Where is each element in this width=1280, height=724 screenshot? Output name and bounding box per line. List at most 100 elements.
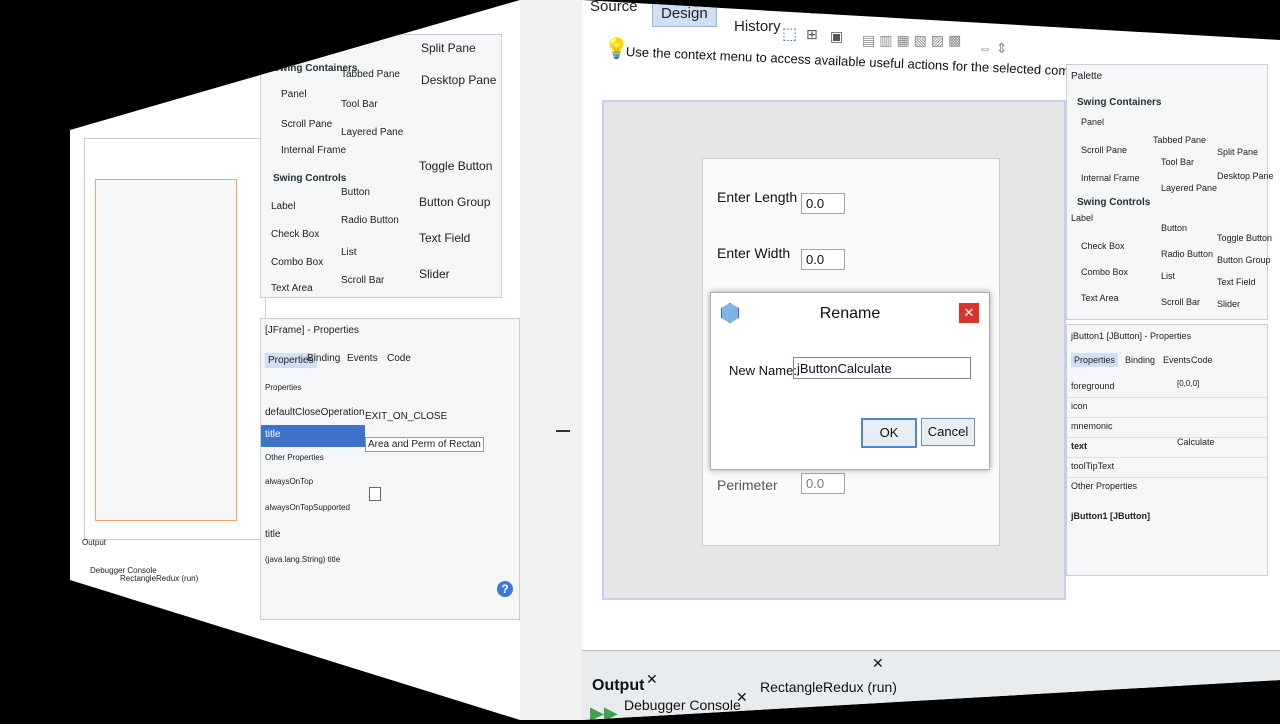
left-run-tab[interactable]: RectangleRedux (run)	[120, 574, 198, 583]
palette-item-layered-pane[interactable]: Layered Pane	[341, 127, 403, 138]
r-palette-item-check-box[interactable]: Check Box	[1081, 241, 1125, 251]
r-palette-item-button[interactable]: Button	[1161, 223, 1187, 233]
r-palette-item-tabbed-pane[interactable]: Tabbed Pane	[1153, 135, 1206, 145]
palette-item-radio-button[interactable]: Radio Button	[341, 215, 399, 226]
prop-row-foreground[interactable]: foreground [0,0,0]	[1067, 377, 1267, 398]
new-name-label: New Name:	[729, 363, 797, 378]
r-palette-item-internal-frame[interactable]: Internal Frame	[1081, 173, 1140, 183]
field-width[interactable]: 0.0	[801, 249, 845, 270]
left-tab-code[interactable]: Code	[387, 353, 411, 364]
r-palette-item-radio-button[interactable]: Radio Button	[1161, 249, 1213, 259]
connection-mode-icon[interactable]: ⊞	[806, 26, 818, 43]
palette-item-desktop-pane[interactable]: Desktop Pane	[421, 73, 496, 87]
prop-value-text[interactable]: Calculate	[1177, 437, 1215, 447]
resize-icons[interactable]: ⇔ ⇕	[978, 40, 1008, 57]
palette-item-internal-frame[interactable]: Internal Frame	[281, 145, 346, 156]
output-tab-close-icon[interactable]: ✕	[646, 671, 658, 688]
palette-item-toggle-button[interactable]: Toggle Button	[419, 159, 492, 173]
prop-name-tooltip: toolTipText	[1071, 461, 1115, 471]
r-palette-item-desktop-pane[interactable]: Desktop Pane	[1217, 171, 1274, 181]
palette-item-text-field[interactable]: Text Field	[419, 231, 470, 245]
palette-item-text-area[interactable]: Text Area	[271, 283, 313, 294]
left-tab-events[interactable]: Events	[347, 353, 378, 364]
left-properties-section: Properties	[265, 383, 302, 392]
prop-value-default-close[interactable]: EXIT_ON_CLOSE	[365, 411, 447, 422]
left-swing-controls-header[interactable]: Swing Controls	[273, 173, 346, 184]
right-swing-containers-header[interactable]: Swing Containers	[1077, 97, 1161, 108]
palette-item-panel[interactable]: Panel	[281, 89, 307, 100]
r-palette-item-toggle-button[interactable]: Toggle Button	[1217, 233, 1272, 243]
left-tab-binding[interactable]: Binding	[307, 353, 340, 364]
palette-item-tabbed-pane[interactable]: Tabbed Pane	[341, 69, 400, 80]
ok-button[interactable]: OK	[861, 418, 917, 448]
r-palette-item-label[interactable]: Label	[1071, 213, 1093, 223]
new-name-input[interactable]: jButtonCalculate	[793, 357, 971, 379]
palette-item-button-group[interactable]: Button Group	[419, 195, 490, 209]
right-tab-binding[interactable]: Binding	[1125, 355, 1155, 365]
field-perimeter[interactable]: 0.0	[801, 473, 845, 494]
label-enter-width: Enter Width	[717, 245, 791, 261]
debugger-tab-close-icon[interactable]: ✕	[736, 689, 748, 706]
palette-item-scroll-bar[interactable]: Scroll Bar	[341, 275, 384, 286]
r-palette-item-text-field[interactable]: Text Field	[1217, 277, 1256, 287]
palette-item-label[interactable]: Label	[271, 201, 295, 212]
tab-design[interactable]: Design	[652, 0, 717, 27]
output-tab[interactable]: Output	[592, 677, 644, 695]
left-editor	[84, 138, 266, 540]
r-palette-item-scroll-bar[interactable]: Scroll Bar	[1161, 297, 1200, 307]
prop-name-text: text	[1071, 441, 1088, 451]
right-tab-events[interactable]: Events	[1163, 355, 1191, 365]
r-palette-item-text-area[interactable]: Text Area	[1081, 293, 1119, 303]
run-tab-close-icon[interactable]: ✕	[872, 655, 884, 672]
label-enter-length: Enter Length	[717, 189, 798, 205]
right-tab-properties[interactable]: Properties	[1071, 353, 1119, 367]
file-tab-close-icon[interactable]: ✕	[810, 2, 822, 19]
palette-item-button[interactable]: Button	[341, 187, 370, 198]
right-properties-title: jButton1 [JButton] - Properties	[1071, 331, 1192, 341]
palette-item-tool-bar[interactable]: Tool Bar	[341, 99, 378, 110]
file-tab[interactable]: ne.java	[772, 0, 833, 12]
r-palette-item-layered-pane[interactable]: Layered Pane	[1161, 183, 1217, 193]
rerun-icon[interactable]: ▶▶	[590, 703, 618, 720]
help-icon[interactable]: ?	[497, 581, 513, 597]
palette-item-list[interactable]: List	[341, 247, 357, 258]
prop-row-tooltip[interactable]: toolTipText	[1067, 457, 1267, 478]
r-palette-item-split-pane[interactable]: Split Pane	[1217, 147, 1258, 157]
palette-item-split-pane[interactable]: Split Pane	[421, 41, 476, 55]
minimize-icon[interactable]	[556, 430, 570, 432]
preview-design-icon[interactable]: ▣	[830, 28, 843, 45]
tab-history[interactable]: History	[726, 14, 789, 39]
cancel-button[interactable]: Cancel	[921, 418, 975, 446]
prop-row-text[interactable]: text Calculate	[1067, 437, 1267, 458]
always-on-top-checkbox[interactable]	[369, 487, 381, 501]
run-tab[interactable]: RectangleRedux (run)	[760, 679, 897, 695]
field-length[interactable]: 0.0	[801, 193, 845, 214]
right-tab-code[interactable]: Code	[1191, 355, 1213, 365]
left-output-tab[interactable]: Output	[82, 538, 106, 547]
prop-value-title[interactable]: Area and Perm of Rectan	[365, 437, 484, 452]
right-swing-controls-header[interactable]: Swing Controls	[1077, 197, 1150, 208]
prop-value-foreground[interactable]: [0,0,0]	[1177, 379, 1199, 388]
tab-source[interactable]: Source	[582, 0, 646, 19]
r-palette-item-scroll-pane[interactable]: Scroll Pane	[1081, 145, 1127, 155]
palette-item-check-box[interactable]: Check Box	[271, 229, 319, 240]
r-palette-item-panel[interactable]: Panel	[1081, 117, 1104, 127]
rename-dialog: Rename ✕ New Name: jButtonCalculate OK C…	[710, 292, 990, 470]
right-palette-title: Palette	[1071, 71, 1103, 82]
r-palette-item-list[interactable]: List	[1161, 271, 1175, 281]
r-palette-item-tool-bar[interactable]: Tool Bar	[1161, 157, 1194, 167]
prop-row-mnemonic[interactable]: mnemonic	[1067, 417, 1267, 438]
right-workspace: Source Design History ne.java ✕ ⬚ ⊞ ▣ ▤▥…	[582, 0, 1280, 720]
selection-mode-icon[interactable]: ⬚	[782, 24, 797, 44]
dialog-close-icon[interactable]: ✕	[959, 303, 979, 323]
prop-row-title-selected[interactable]: title	[261, 425, 365, 447]
r-palette-item-slider[interactable]: Slider	[1217, 299, 1240, 309]
palette-item-scroll-pane[interactable]: Scroll Pane	[281, 119, 332, 130]
prop-row-icon[interactable]: icon	[1067, 397, 1267, 418]
r-palette-item-button-group[interactable]: Button Group	[1217, 255, 1271, 265]
align-icons[interactable]: ▤▥▦▧▨▩	[862, 32, 965, 49]
debugger-tab[interactable]: Debugger Console	[624, 697, 741, 713]
palette-item-combo-box[interactable]: Combo Box	[271, 257, 323, 268]
palette-item-slider[interactable]: Slider	[419, 267, 450, 281]
r-palette-item-combo-box[interactable]: Combo Box	[1081, 267, 1128, 277]
